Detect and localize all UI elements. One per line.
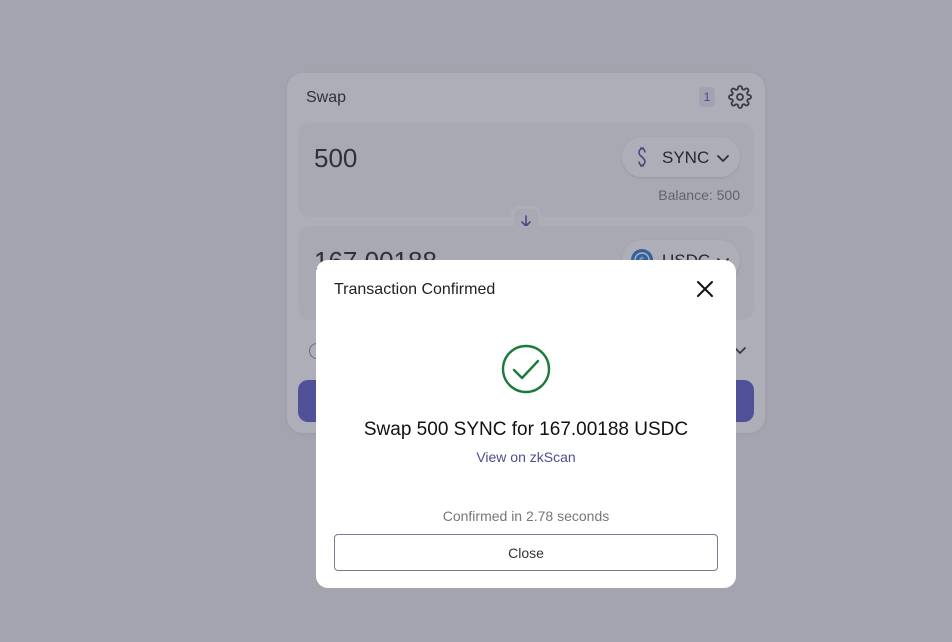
modal-title: Transaction Confirmed (334, 281, 496, 298)
close-icon[interactable] (696, 280, 714, 298)
swap-summary: Swap 500 SYNC for 167.00188 USDC (363, 419, 689, 440)
confirmation-time: Confirmed in 2.78 seconds (442, 508, 610, 524)
view-on-zkscan-link[interactable]: View on zkScan (316, 449, 736, 465)
close-button[interactable]: Close (334, 534, 718, 571)
success-check-icon (501, 344, 551, 394)
transaction-confirmed-modal: Transaction Confirmed Swap 500 SYNC for … (316, 260, 736, 588)
